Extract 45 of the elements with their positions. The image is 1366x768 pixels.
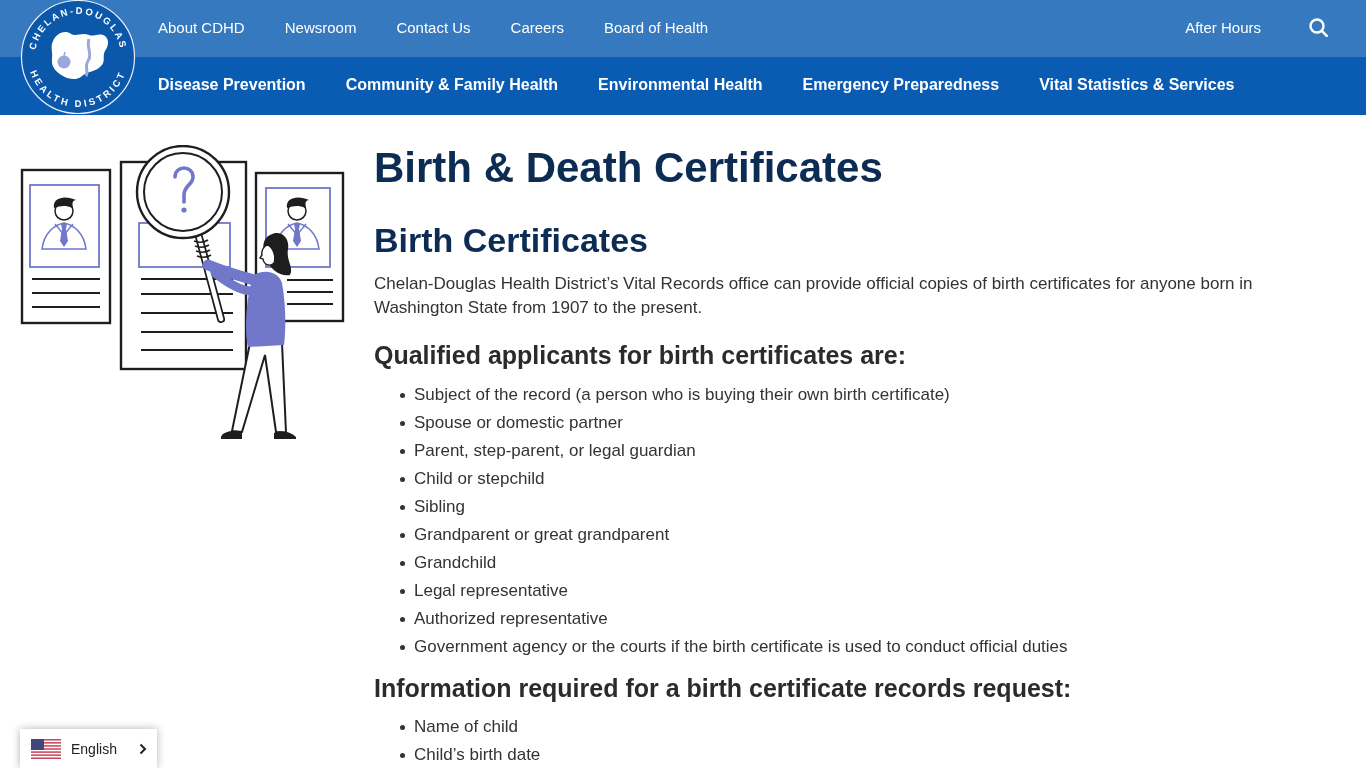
- list-item: Government agency or the courts if the birth certificate is used to conduct official duties: [414, 636, 1068, 658]
- main-nav-link[interactable]: Community & Family Health: [345, 76, 559, 94]
- intro-paragraph: Chelan-Douglas Health District’s Vital Records office can provide official copies of birth certificates for anyone born in Washington State from 1907 to the present.: [374, 273, 1254, 319]
- nav-link[interactable]: Contact Us: [396, 18, 471, 36]
- list-item: Grandchild: [414, 552, 497, 574]
- bullet-icon: [400, 420, 405, 426]
- list-heading: Qualified applicants for birth certificates are:: [374, 340, 908, 370]
- main-nav-link[interactable]: Emergency Preparedness: [802, 76, 1000, 94]
- bullet-icon: [400, 448, 405, 454]
- bullet-icon: [400, 392, 405, 398]
- section-heading: Birth Certificates: [374, 220, 649, 260]
- nav-link[interactable]: Board of Health: [603, 18, 709, 36]
- bullet-icon: [400, 724, 405, 730]
- nav-link[interactable]: Newsroom: [284, 18, 357, 36]
- main-nav-link[interactable]: Disease Prevention: [158, 76, 306, 94]
- list-item: Sibling: [414, 496, 466, 518]
- list-item: Spouse or domestic partner: [414, 412, 623, 434]
- bullet-icon: [400, 476, 405, 482]
- list-item: Child’s birth date: [414, 744, 541, 766]
- logo-emblem[interactable]: [20, 0, 136, 115]
- list-item: Legal representative: [414, 580, 569, 602]
- bullet-icon: [400, 588, 405, 594]
- search-icon[interactable]: [1309, 17, 1328, 37]
- list-item: Subject of the record (a person who is buying their own birth certificate): [414, 384, 950, 406]
- list-item: Grandparent or great grandparent: [414, 524, 670, 546]
- bullet-icon: [400, 616, 405, 622]
- bullet-icon: [400, 752, 405, 758]
- nav-link[interactable]: About CDHD: [158, 18, 245, 36]
- language-selector[interactable]: English: [20, 729, 157, 768]
- list-item: Child or stepchild: [414, 468, 545, 490]
- list-item: Authorized representative: [414, 608, 608, 630]
- flag-icon: [31, 738, 61, 759]
- bullet-icon: [400, 532, 405, 538]
- list-item: Parent, step-parent, or legal guardian: [414, 440, 696, 462]
- nav-link[interactable]: Careers: [510, 18, 564, 36]
- main-nav-link[interactable]: Environmental Health: [598, 76, 763, 94]
- nav-link[interactable]: After Hours: [1185, 18, 1261, 36]
- bullet-icon: [400, 644, 405, 650]
- page-title: Birth & Death Certificates: [374, 144, 884, 192]
- bullet-icon: [400, 560, 405, 566]
- list-item: Name of child: [414, 716, 518, 738]
- bullet-icon: [400, 504, 405, 510]
- main-nav-link[interactable]: Vital Statistics & Services: [1039, 76, 1235, 94]
- chevron-icon: [139, 742, 147, 755]
- list-heading: Information required for a birth certificate records request:: [374, 673, 1073, 703]
